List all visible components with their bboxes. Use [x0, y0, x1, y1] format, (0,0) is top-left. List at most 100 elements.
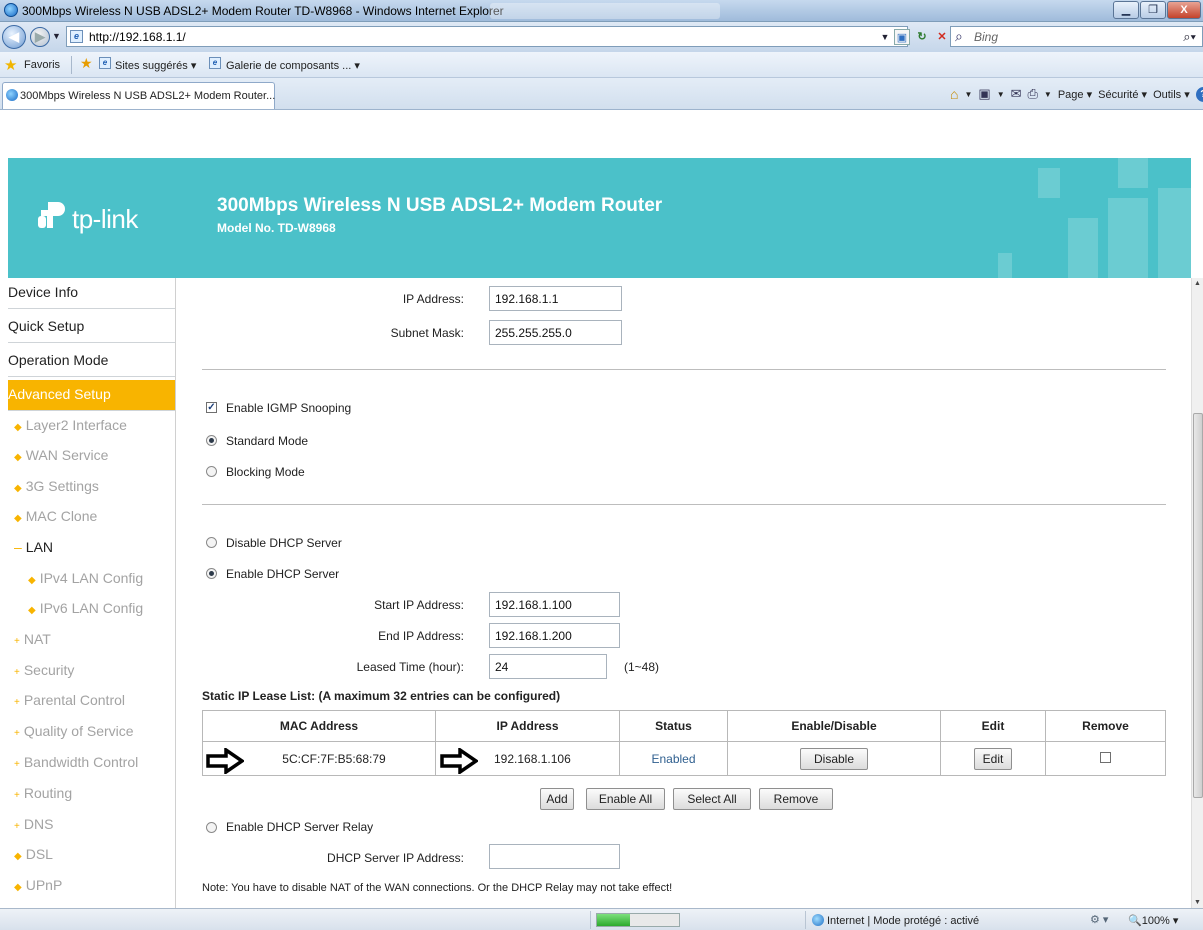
sidebar-item-label: Parental Control	[23, 692, 126, 708]
compatibility-icon[interactable]: ▣	[894, 28, 910, 45]
column-header-status: Status	[619, 710, 728, 742]
close-window-button[interactable]: X	[1167, 1, 1201, 19]
dhcp-server-ip-field[interactable]	[489, 844, 620, 869]
history-dropdown-icon[interactable]: ▼	[52, 31, 61, 41]
start-ip-field[interactable]: 192.168.1.100	[489, 592, 620, 617]
expand-icon: +	[14, 821, 20, 832]
standard-mode-radio[interactable]	[206, 435, 217, 446]
static-lease-table: MAC Address IP Address Status Enable/Dis…	[202, 710, 1166, 776]
security-zone[interactable]: Internet | Mode protégé : activé	[812, 914, 979, 927]
disable-entry-button[interactable]: Disable	[800, 747, 868, 770]
security-zone-label: Internet | Mode protégé : activé	[827, 915, 980, 927]
page-menu[interactable]: Page ▾	[1058, 88, 1092, 101]
sidebar-item-lan[interactable]: – LAN	[14, 539, 53, 555]
search-box[interactable]: ⌕ Bing ⌕▾	[950, 26, 1203, 47]
home-dropdown-icon[interactable]: ▼	[964, 90, 972, 99]
address-bar[interactable]: e http://192.168.1.1/	[66, 26, 908, 47]
sidebar-item-quick-setup[interactable]: Quick Setup	[8, 312, 175, 343]
sidebar-item-operation-mode[interactable]: Operation Mode	[8, 346, 175, 377]
sidebar-item-3g-settings[interactable]: ◆ 3G Settings	[14, 478, 99, 494]
sidebar-item-routing[interactable]: + Routing	[14, 785, 72, 801]
remove-entry-checkbox[interactable]	[1100, 751, 1111, 763]
search-placeholder[interactable]: Bing	[974, 30, 998, 44]
add-favorite-icon[interactable]: ★	[80, 55, 93, 72]
ie-page-icon: e	[209, 57, 221, 69]
sidebar-item-dns[interactable]: + DNS	[14, 816, 53, 832]
print-icon[interactable]: ⎙	[1028, 86, 1038, 102]
refresh-icon[interactable]: ↻	[914, 29, 930, 45]
table-header-row: MAC Address IP Address Status Enable/Dis…	[202, 710, 1166, 742]
sidebar-item-advanced-setup[interactable]: Advanced Setup	[8, 380, 175, 411]
status-cell: Enabled	[619, 741, 728, 776]
end-ip-field[interactable]: 192.168.1.200	[489, 623, 620, 648]
suggested-sites-link[interactable]: Sites suggérés ▾	[115, 59, 196, 72]
scroll-up-icon[interactable]: ▲	[1194, 280, 1201, 287]
sidebar-item-ipv4-lan-config[interactable]: ◆ IPv4 LAN Config	[28, 570, 143, 586]
add-entry-button[interactable]: Add	[540, 788, 574, 810]
print-dropdown-icon[interactable]: ▼	[1044, 90, 1052, 99]
tab-bar: 300Mbps Wireless N USB ADSL2+ Modem Rout…	[0, 78, 1203, 110]
sidebar-item-wan-service[interactable]: ◆ WAN Service	[14, 447, 108, 463]
page-scrollbar[interactable]: ▲ ▼	[1191, 278, 1203, 908]
sidebar-item-dsl[interactable]: ◆ DSL	[14, 846, 53, 862]
search-go-icon[interactable]: ⌕▾	[1183, 29, 1196, 45]
mail-icon[interactable]: ✉	[1011, 86, 1022, 102]
stop-icon[interactable]: ✕	[934, 29, 950, 45]
status-value: Enabled	[651, 751, 696, 766]
security-menu[interactable]: Sécurité ▾	[1098, 88, 1147, 101]
maximize-button[interactable]: ❐	[1140, 1, 1166, 19]
sidebar-item-label: 3G Settings	[25, 478, 99, 494]
favorites-star-icon[interactable]: ★	[4, 56, 17, 74]
enable-dhcp-radio[interactable]	[206, 568, 217, 579]
home-icon[interactable]: ⌂	[950, 86, 958, 102]
address-dropdown-icon[interactable]: ▼	[880, 29, 890, 45]
favorites-button[interactable]: Favoris	[24, 59, 60, 71]
sidebar-item-quality-of-service[interactable]: + Quality of Service	[14, 723, 134, 739]
ip-address-label: IP Address:	[402, 292, 464, 306]
protected-mode-icon[interactable]: ⚙ ▾	[1090, 913, 1108, 926]
remove-entries-button[interactable]: Remove	[759, 788, 833, 810]
sidebar-item-parental-control[interactable]: + Parental Control	[14, 692, 125, 708]
start-ip-label: Start IP Address:	[374, 598, 464, 612]
edit-entry-button[interactable]: Edit	[974, 747, 1012, 770]
enable-all-button[interactable]: Enable All	[586, 788, 665, 810]
scrollbar-thumb[interactable]	[1193, 413, 1203, 798]
bullet-icon: ◆	[14, 483, 22, 494]
sidebar-item-nat[interactable]: + NAT	[14, 631, 51, 647]
tab-router[interactable]: 300Mbps Wireless N USB ADSL2+ Modem Rout…	[2, 82, 275, 109]
select-all-button[interactable]: Select All	[673, 788, 751, 810]
minimize-button[interactable]: ▁	[1113, 1, 1139, 19]
collapse-icon: –	[14, 539, 22, 555]
sidebar-item-mac-clone[interactable]: ◆ MAC Clone	[14, 508, 97, 524]
subnet-mask-field[interactable]: 255.255.255.0	[489, 320, 622, 345]
address-url[interactable]: http://192.168.1.1/	[89, 30, 186, 44]
search-icon: ⌕	[955, 28, 963, 44]
zoom-control[interactable]: 🔍100% ▾	[1128, 914, 1178, 927]
expand-icon: +	[14, 636, 20, 647]
lease-time-field[interactable]: 24	[489, 654, 607, 679]
sidebar-item-device-info[interactable]: Device Info	[8, 278, 175, 309]
sidebar-item-upnp[interactable]: ◆ UPnP	[14, 877, 62, 893]
dhcp-relay-radio[interactable]	[206, 822, 217, 833]
bullet-icon: ◆	[28, 575, 36, 586]
sidebar-item-label: Layer2 Interface	[25, 417, 127, 433]
help-icon[interactable]: ?	[1195, 86, 1203, 102]
feeds-dropdown-icon[interactable]: ▼	[997, 90, 1005, 99]
back-button[interactable]: ◀	[2, 25, 26, 49]
sidebar-item-security[interactable]: + Security	[14, 662, 74, 678]
column-header-enable-disable: Enable/Disable	[727, 710, 941, 742]
status-divider	[590, 911, 591, 929]
sidebar-item-ipv6-lan-config[interactable]: ◆ IPv6 LAN Config	[28, 600, 143, 616]
scroll-down-icon[interactable]: ▼	[1194, 899, 1201, 906]
blocking-mode-radio[interactable]	[206, 466, 217, 477]
forward-button[interactable]: ▶	[30, 27, 50, 47]
disable-dhcp-radio[interactable]	[206, 537, 217, 548]
feeds-icon[interactable]: ▣	[978, 86, 990, 102]
tools-menu[interactable]: Outils ▾	[1153, 88, 1190, 101]
igmp-snooping-checkbox[interactable]: ✓	[206, 402, 217, 413]
ip-address-field[interactable]: 192.168.1.1	[489, 286, 622, 311]
column-header-edit: Edit	[940, 710, 1046, 742]
web-slice-gallery-link[interactable]: Galerie de composants ... ▾	[226, 59, 360, 72]
sidebar-item-bandwidth-control[interactable]: + Bandwidth Control	[14, 754, 138, 770]
sidebar-item-layer2-interface[interactable]: ◆ Layer2 Interface	[14, 417, 127, 433]
